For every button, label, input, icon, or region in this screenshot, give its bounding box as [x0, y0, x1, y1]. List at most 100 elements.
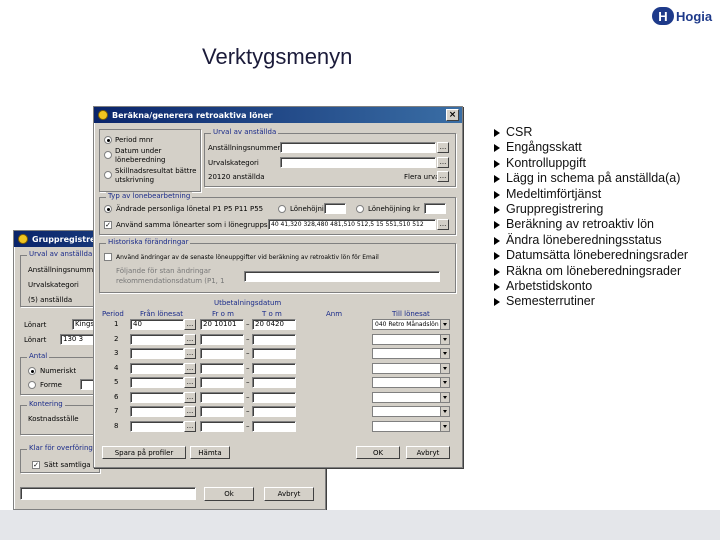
numeriskt-radio[interactable]	[28, 367, 36, 375]
chevron-down-icon[interactable]	[440, 320, 449, 329]
bullet-item: Ändra löneberedningsstatus	[492, 233, 692, 248]
from-date-field[interactable]	[200, 362, 244, 374]
from-date-field[interactable]	[200, 420, 244, 432]
period-number: 7	[114, 407, 119, 415]
bullet-item: Arbetstidskonto	[492, 279, 692, 294]
from-date-field[interactable]	[200, 333, 244, 345]
fran-lonesat-field[interactable]: 40	[130, 319, 184, 330]
back-avbryt-button[interactable]: Avbryt	[264, 487, 314, 501]
datum-radio[interactable]	[104, 151, 112, 159]
group-label: Klar för overföring	[27, 444, 95, 453]
flera-urval-button[interactable]: ...	[437, 171, 449, 182]
date-dash: –	[246, 407, 250, 415]
chevron-down-icon[interactable]	[440, 392, 449, 402]
till-lonesat-dropdown[interactable]	[372, 348, 450, 359]
tom-date-field[interactable]	[252, 348, 296, 359]
app-icon	[98, 110, 108, 120]
tom-date-field[interactable]	[252, 406, 296, 417]
fran-lonesat-field[interactable]	[130, 406, 184, 417]
fran-lonesat-field[interactable]	[130, 377, 184, 388]
fran-lonesat-field[interactable]	[130, 362, 184, 374]
kostnadsstalle-label: Kostnadsställe	[28, 415, 79, 423]
back-ok-button[interactable]: Ok	[204, 487, 254, 501]
close-icon[interactable]: ×	[446, 109, 459, 121]
from-date-field[interactable]: 20 10101	[200, 319, 244, 330]
anvand-lonearter-checkbox[interactable]: ✓	[104, 221, 112, 229]
fran-lonesat-field[interactable]	[130, 420, 184, 432]
bullet-item: Räkna om löneberedningsrader	[492, 264, 692, 279]
from-date-field[interactable]	[200, 391, 244, 403]
spara-profiler-button[interactable]: Spara på profiler	[102, 446, 186, 459]
bullet-text: Ändra löneberedningsstatus	[506, 232, 662, 247]
chevron-down-icon[interactable]	[440, 363, 449, 373]
till-lonesat-dropdown[interactable]: 040 Retro Månadslön	[372, 319, 450, 330]
tom-date-field[interactable]: 20 0420	[252, 319, 296, 330]
date-dash: –	[246, 378, 250, 386]
anstallningsnummer-field[interactable]	[280, 142, 436, 153]
chevron-down-icon[interactable]	[440, 421, 449, 431]
bullet-item: Beräkning av retroaktiv lön	[492, 217, 692, 232]
chevron-down-icon[interactable]	[440, 334, 449, 344]
fran-lonesat-browse-button[interactable]: ...	[184, 319, 196, 330]
till-lonesat-dropdown[interactable]	[372, 391, 450, 403]
till-lonesat-dropdown[interactable]	[372, 420, 450, 432]
ordinarie-label: Ändrade personliga lönetal P1 P5 P11 P55	[116, 205, 264, 213]
tom-date-field[interactable]	[252, 377, 296, 388]
period-number: 4	[114, 363, 119, 372]
avbryt-button[interactable]: Avbryt	[406, 446, 450, 459]
from-date-field[interactable]	[200, 348, 244, 359]
chevron-down-icon[interactable]	[440, 378, 449, 387]
fran-lonesat-field[interactable]	[130, 391, 184, 403]
bullet-item: Gruppregistrering	[492, 202, 692, 217]
bullet-item: Engångsskatt	[492, 140, 692, 155]
lonearter-field[interactable]: 40 41,320 328,480 481,510 512,5 15 551,5…	[268, 219, 436, 230]
ordinarie-radio[interactable]	[104, 205, 112, 213]
anstallningsnummer-label: Anställningsnummer	[208, 144, 281, 152]
forme-radio[interactable]	[28, 381, 36, 389]
fran-lonesat-browse-button[interactable]: ...	[184, 333, 196, 345]
till-lonesat-dropdown[interactable]	[372, 406, 450, 417]
satt-samtliga-checkbox[interactable]: ✓	[32, 461, 40, 469]
bullet-text: Lägg in schema på anställda(a)	[506, 171, 681, 186]
urvalskategori-field[interactable]	[280, 157, 436, 168]
fran-lonesat-browse-button[interactable]: ...	[184, 348, 196, 359]
urvalskategori-browse-button[interactable]: ...	[437, 157, 449, 168]
urvalskategori-label: Urvalskategori	[208, 159, 259, 167]
lonehojning-pct-field[interactable]	[324, 203, 346, 214]
skillnad-radio[interactable]	[104, 171, 112, 179]
lonehojning-pct-radio[interactable]	[278, 205, 286, 213]
from-date-field[interactable]	[200, 406, 244, 417]
till-lonesat-dropdown[interactable]	[372, 362, 450, 374]
retroactive-pay-titlebar[interactable]: Beräkna/generera retroaktiva löner	[94, 107, 462, 123]
fran-lonesat-browse-button[interactable]: ...	[184, 391, 196, 403]
fran-lonesat-browse-button[interactable]: ...	[184, 406, 196, 417]
tom-date-field[interactable]	[252, 391, 296, 403]
lonearter-browse-button[interactable]: ...	[437, 219, 449, 230]
fran-lonesat-browse-button[interactable]: ...	[184, 377, 196, 388]
fran-lonesat-field[interactable]	[130, 348, 184, 359]
group-label: Typ av lonebearbetning	[106, 192, 193, 201]
hamta-button[interactable]: Hämta	[190, 446, 230, 459]
period-radio-label: Period mnr	[115, 136, 154, 144]
lonehojning-kr-radio[interactable]	[356, 205, 364, 213]
from-date-field[interactable]	[200, 377, 244, 388]
tom-date-field[interactable]	[252, 333, 296, 345]
fran-lonesat-browse-button[interactable]: ...	[184, 362, 196, 374]
fran-lonesat-browse-button[interactable]: ...	[184, 420, 196, 432]
till-lonesat-dropdown[interactable]	[372, 377, 450, 388]
fran-lonesat-field[interactable]	[130, 333, 184, 345]
col-tom-header: T o m	[262, 310, 282, 318]
lonehojning-kr-field[interactable]	[424, 203, 446, 214]
ok-button[interactable]: OK	[356, 446, 400, 459]
tom-date-field[interactable]	[252, 420, 296, 432]
chevron-down-icon[interactable]	[440, 407, 449, 416]
till-lonesat-dropdown[interactable]	[372, 333, 450, 345]
anstallningsnummer-browse-button[interactable]: ...	[437, 142, 449, 153]
historiska-checkbox[interactable]	[104, 253, 112, 261]
bullet-item: Kontrolluppgift	[492, 156, 692, 171]
forandr-label: rekommendationsdatum (P1, 1	[116, 277, 225, 285]
period-radio[interactable]	[104, 136, 112, 144]
historiska-field[interactable]	[244, 271, 440, 282]
tom-date-field[interactable]	[252, 362, 296, 374]
chevron-down-icon[interactable]	[440, 349, 449, 358]
